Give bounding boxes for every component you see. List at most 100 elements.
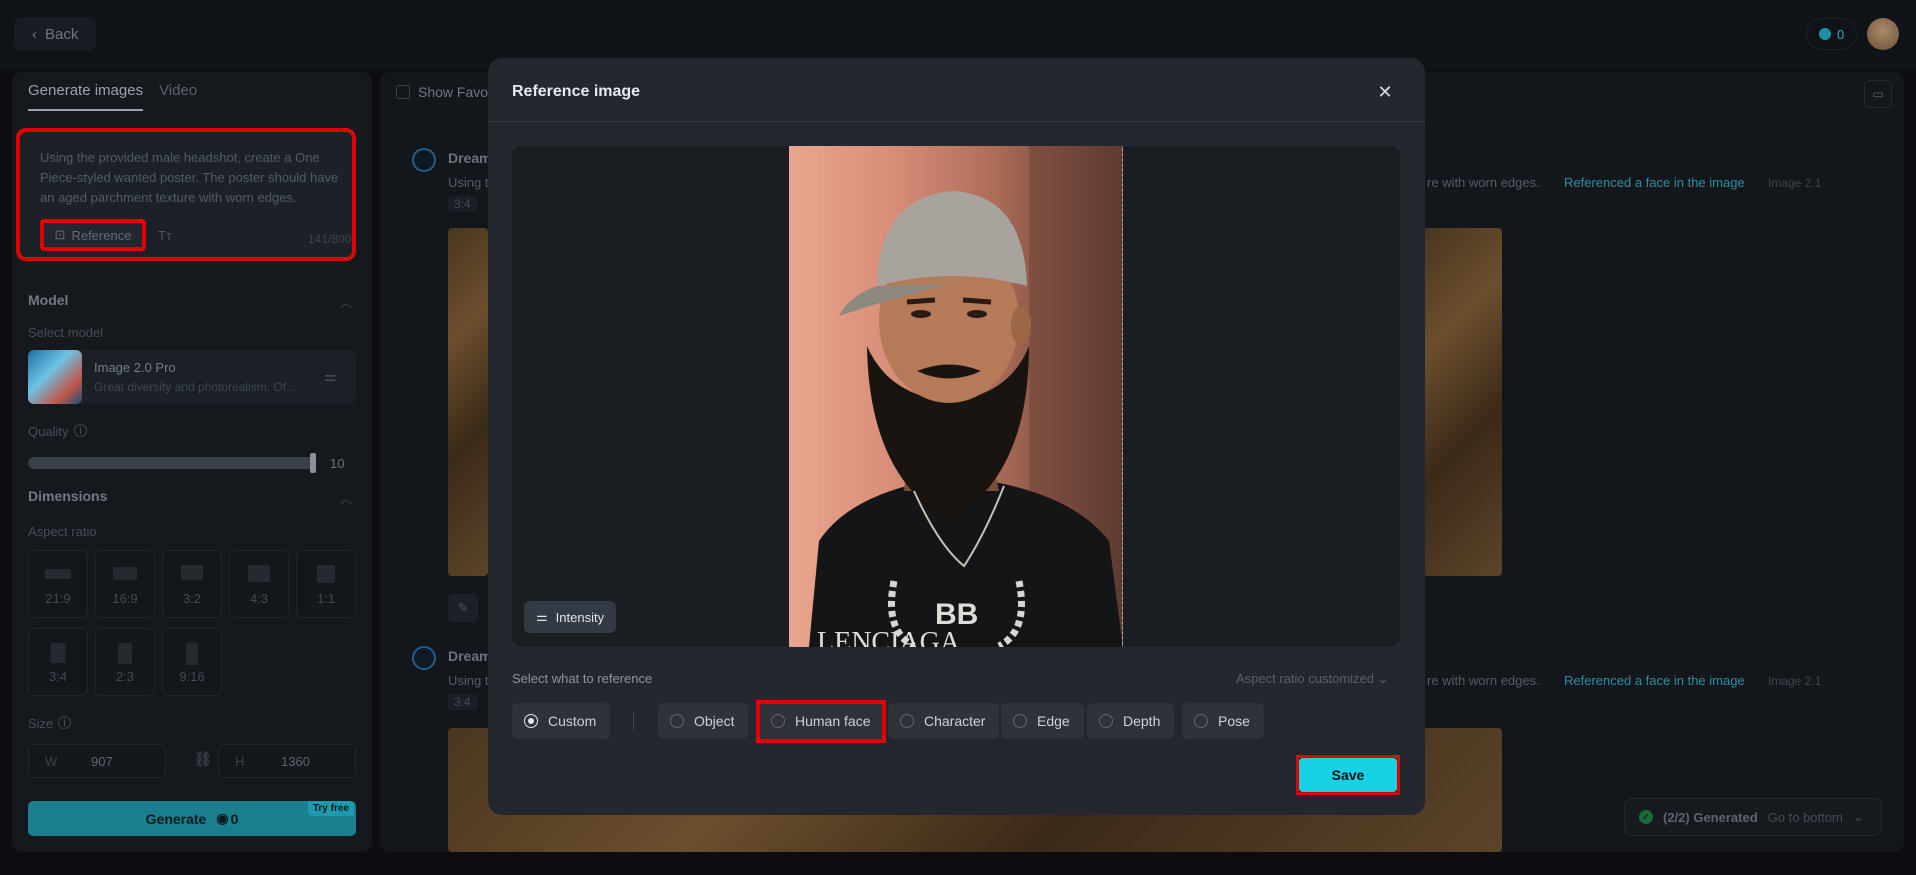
ratio-1-1[interactable]: 1:1: [296, 550, 356, 618]
option-custom[interactable]: Custom: [512, 703, 611, 739]
quality-label: Quality: [28, 424, 69, 439]
try-free-badge: Try free: [307, 801, 354, 816]
option-pose[interactable]: Pose: [1182, 703, 1264, 739]
credits-badge[interactable]: 0: [1806, 18, 1858, 50]
sliders-icon[interactable]: ⚌: [324, 368, 337, 385]
width-key: W: [45, 754, 58, 769]
aspect-ratio-customized-dropdown[interactable]: Aspect ratio customized ⌄: [1236, 671, 1389, 687]
model-tag: Image 2.1: [1768, 176, 1822, 190]
entry-prompt-tail: re with worn edges.: [1427, 673, 1540, 688]
link-icon[interactable]: ⛓: [193, 750, 212, 768]
chevron-left-icon: ‹: [32, 25, 37, 43]
check-icon: ✓: [1639, 810, 1653, 824]
quality-slider[interactable]: [28, 457, 314, 469]
mode-tabs: Generate images Video: [28, 82, 197, 111]
info-icon[interactable]: i: [58, 716, 71, 729]
radio-selected[interactable]: [524, 714, 538, 728]
option-label: Depth: [1123, 713, 1161, 729]
generated-image[interactable]: [448, 228, 488, 576]
model-selector[interactable]: Image 2.0 Pro Great diversity and photor…: [28, 350, 356, 404]
quality-slider-handle[interactable]: [310, 453, 316, 473]
sliders-icon: ⚌: [536, 609, 548, 624]
checkbox[interactable]: [396, 85, 410, 99]
ratio-3-4[interactable]: 3:4: [28, 628, 88, 696]
back-label: Back: [45, 25, 79, 43]
generate-button[interactable]: Generate ◉ 0 Try free: [28, 801, 356, 836]
ratio-4-3[interactable]: 4:3: [229, 550, 289, 618]
ratio-label: 9:16: [179, 669, 205, 684]
model-tag: Image 2.1: [1768, 674, 1822, 688]
option-label: Character: [924, 713, 986, 729]
option-depth[interactable]: Depth: [1087, 703, 1175, 739]
ratio-label: 3:2: [182, 591, 202, 606]
prompt-text[interactable]: Using the provided male headshot, create…: [40, 148, 340, 212]
close-icon[interactable]: ✕: [1373, 80, 1397, 104]
model-name: Image 2.0 Pro: [94, 360, 176, 375]
option-label: Custom: [548, 713, 597, 729]
show-favorites-label: Show Favor: [418, 84, 493, 100]
width-value[interactable]: 907: [91, 754, 113, 769]
generation-status-toast[interactable]: ✓ (2/2) Generated Go to bottom ⌄: [1624, 798, 1882, 836]
tab-generate-images[interactable]: Generate images: [28, 82, 144, 111]
model-thumbnail: [28, 350, 82, 404]
model-section-title: Model: [28, 292, 69, 308]
char-counter: 141/800: [308, 232, 352, 246]
height-key: H: [235, 754, 245, 769]
folder-icon[interactable]: ▭: [1864, 80, 1892, 108]
tab-video[interactable]: Video: [159, 82, 197, 111]
height-input[interactable]: H 1360: [218, 744, 356, 778]
model-description: Great diversity and photorealism. Of...: [94, 380, 297, 394]
toast-action[interactable]: Go to bottom: [1768, 810, 1843, 825]
highlight-box: [756, 700, 886, 743]
save-button[interactable]: Save: [1299, 758, 1397, 792]
ratio-16-9[interactable]: 16:9: [95, 550, 155, 618]
size-label: Size: [28, 716, 54, 731]
generated-image[interactable]: [1424, 228, 1502, 576]
reference-link[interactable]: Referenced a face in the image: [1564, 175, 1745, 190]
ratio-label: 21:9: [45, 591, 71, 606]
back-button[interactable]: ‹ Back: [14, 17, 97, 51]
ratio-2-3[interactable]: 2:3: [95, 628, 155, 696]
divider: [488, 121, 1425, 122]
radio[interactable]: [1013, 714, 1027, 728]
reference-link[interactable]: Referenced a face in the image: [1564, 673, 1745, 688]
radio[interactable]: [900, 714, 914, 728]
radio[interactable]: [1099, 714, 1113, 728]
avatar[interactable]: [1867, 18, 1899, 50]
shirt-brand: LENCIAGA: [817, 627, 961, 647]
dreamina-logo-icon: [412, 646, 436, 670]
edit-icon[interactable]: ✎: [448, 594, 478, 622]
chevron-up-icon[interactable]: ︿: [340, 490, 352, 507]
ratio-label: 2:3: [115, 669, 135, 684]
intensity-button[interactable]: ⚌ Intensity: [524, 601, 617, 633]
intensity-label: Intensity: [555, 609, 605, 625]
radio[interactable]: [1194, 714, 1208, 728]
generate-cost: 0: [230, 810, 239, 827]
reference-preview: BB LENCIAGA ⚌ Intensity: [512, 146, 1400, 647]
width-input[interactable]: W 907: [28, 744, 166, 778]
height-value[interactable]: 1360: [281, 754, 310, 769]
ratio-label: 1:1: [316, 591, 336, 606]
chevron-up-icon[interactable]: ︿: [340, 294, 352, 311]
ratio-label: 4:3: [249, 591, 269, 606]
quality-value: 10: [330, 456, 345, 471]
radio[interactable]: [670, 714, 684, 728]
ratio-9-16[interactable]: 9:16: [162, 628, 222, 696]
show-favorites-toggle[interactable]: Show Favor: [396, 84, 493, 100]
reference-button[interactable]: ⊡ Reference: [40, 219, 146, 251]
chevron-down-icon: ⌄: [1377, 671, 1389, 686]
ratio-21-9[interactable]: 21:9: [28, 550, 88, 618]
option-edge[interactable]: Edge: [1001, 703, 1084, 739]
headshot-illustration: BB LENCIAGA: [809, 146, 1122, 647]
option-character[interactable]: Character: [888, 703, 1000, 739]
info-icon[interactable]: i: [74, 424, 87, 437]
image-reference-icon: ⊡: [54, 227, 66, 242]
option-label: Edge: [1037, 713, 1070, 729]
option-label: Object: [694, 713, 735, 729]
dreamina-logo-icon: [412, 148, 436, 172]
option-object[interactable]: Object: [658, 703, 749, 739]
text-style-icon[interactable]: Tт: [158, 228, 172, 243]
aspect-tag: 3:4: [448, 694, 477, 710]
modal-title: Reference image: [512, 83, 641, 100]
ratio-3-2[interactable]: 3:2: [162, 550, 222, 618]
